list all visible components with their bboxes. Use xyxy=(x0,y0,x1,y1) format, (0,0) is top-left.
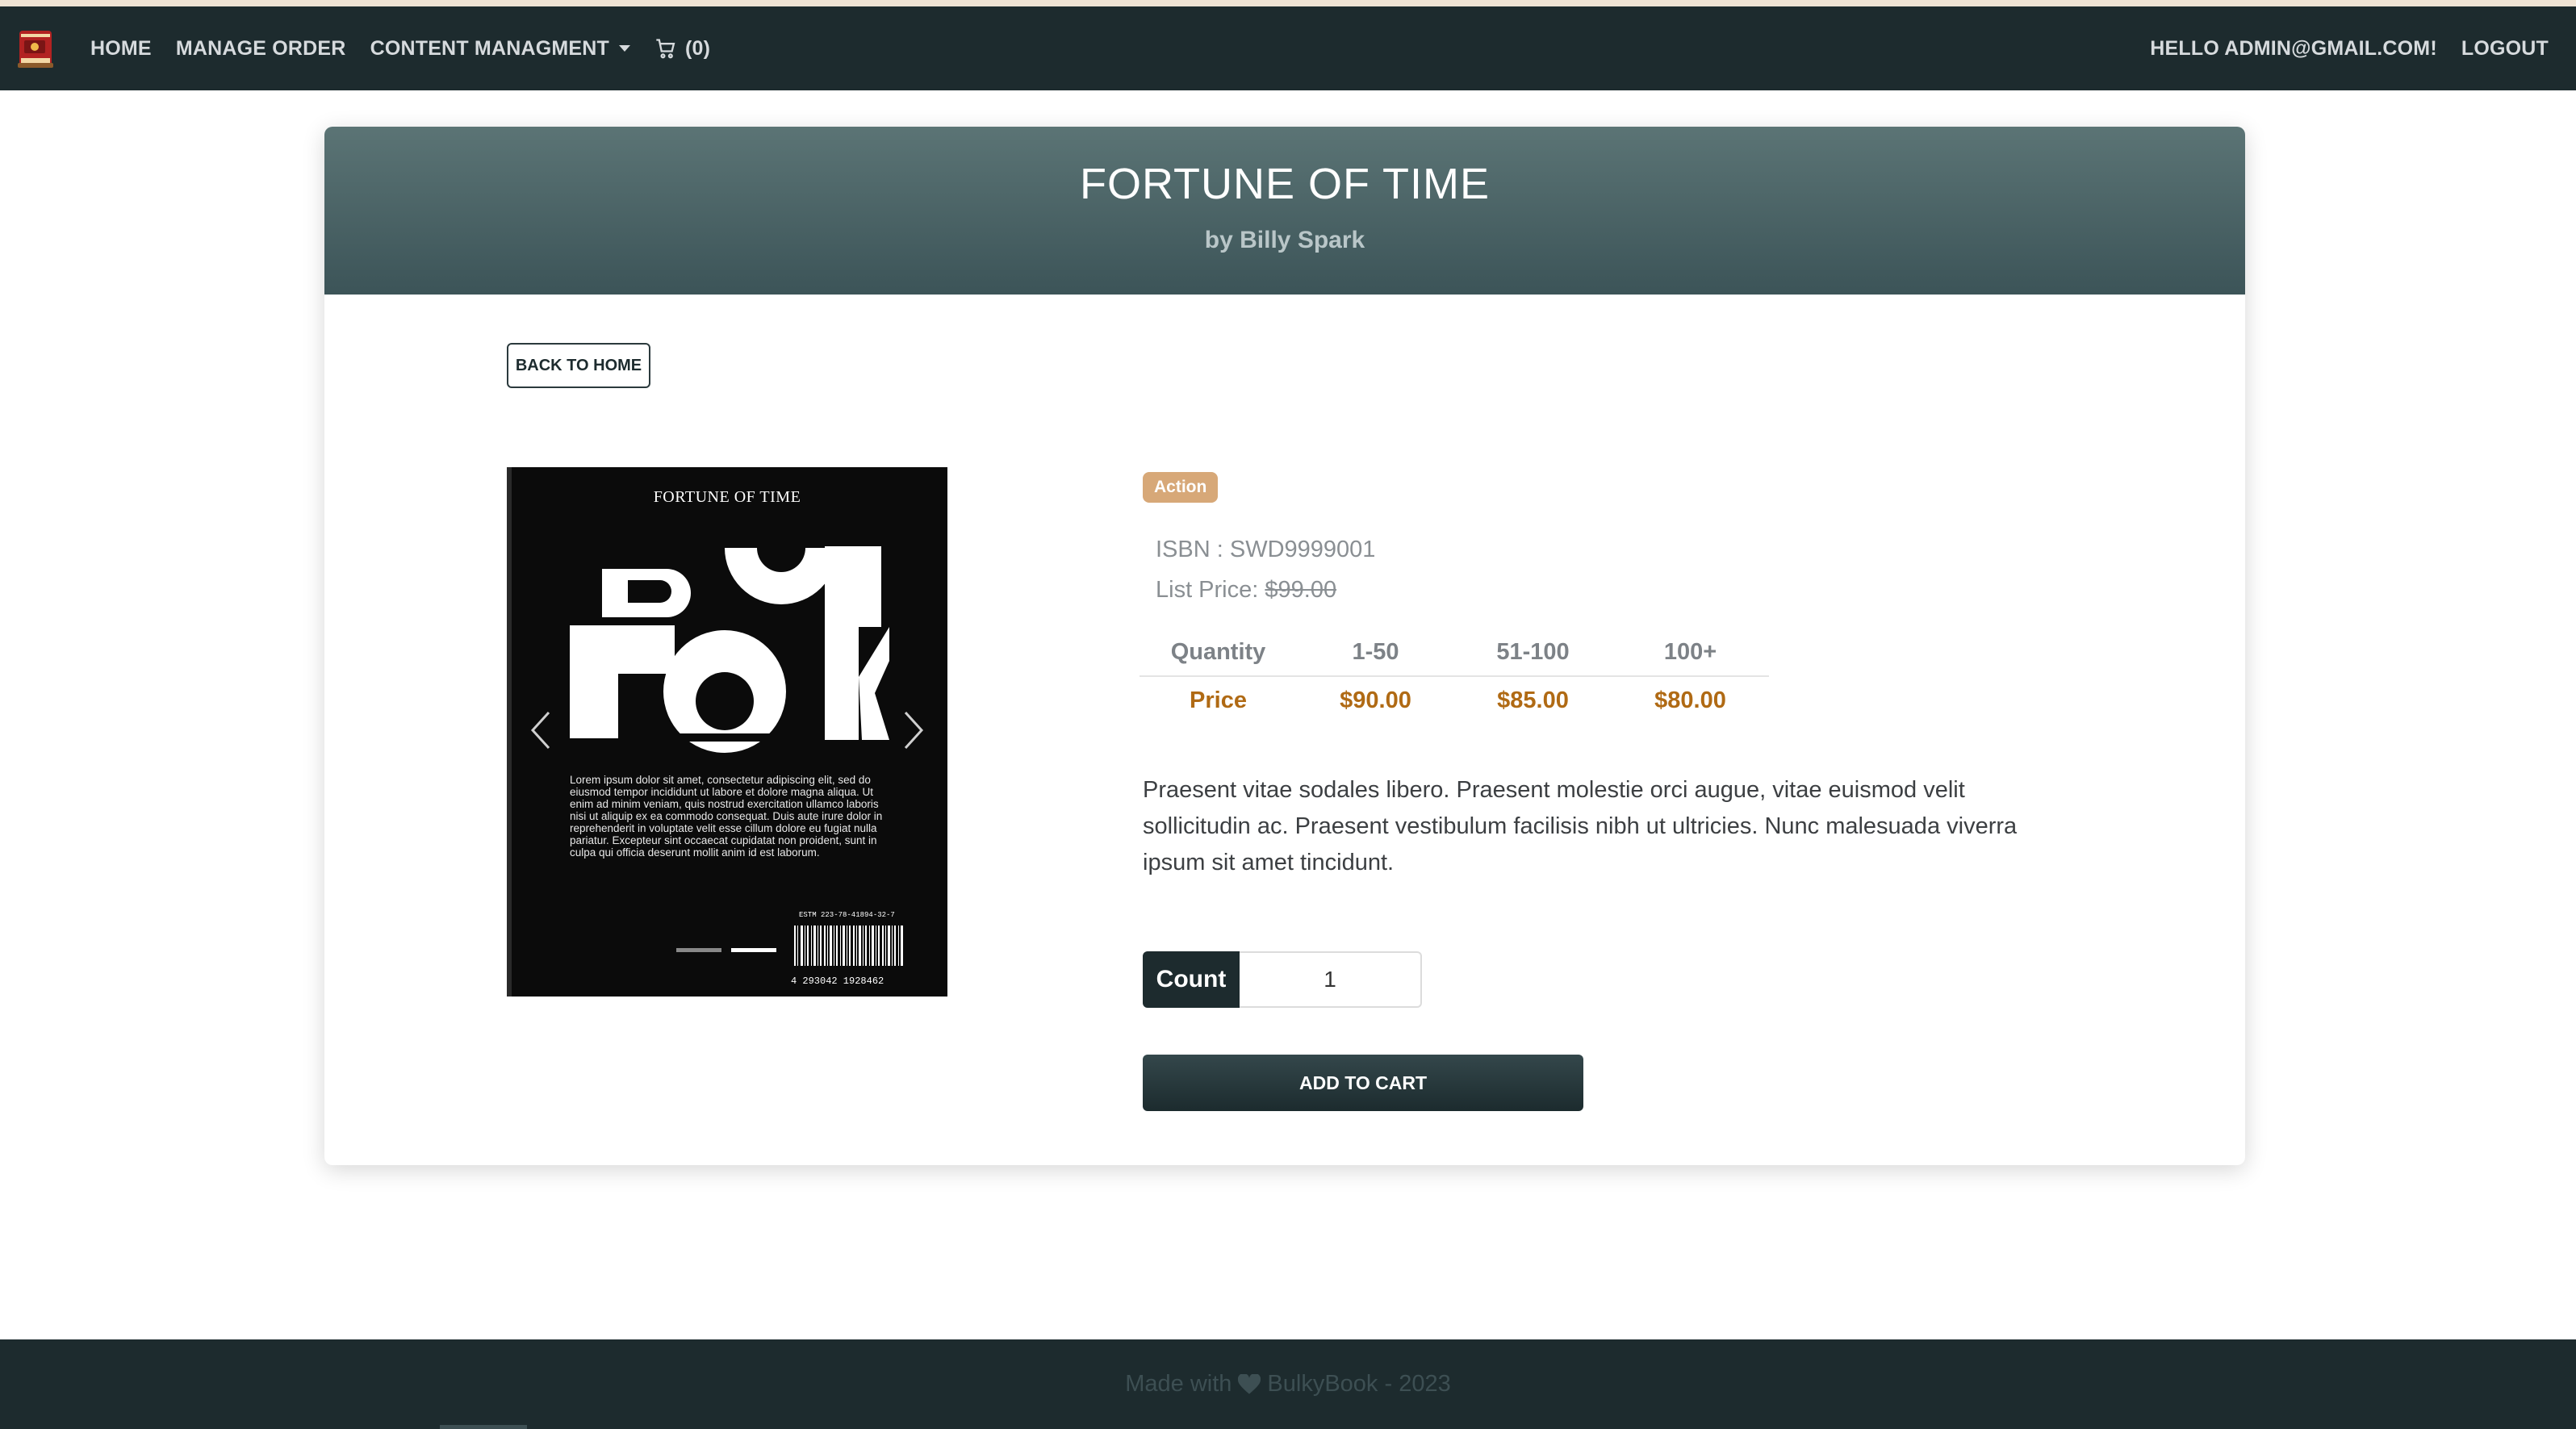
category-badge: Action xyxy=(1143,472,1219,503)
book-cover-carousel: FORTUNE OF TIME Lorem ipsum dolor sit am… xyxy=(507,467,947,997)
footer-made-with: Made with xyxy=(1125,1371,1232,1397)
book-logo-icon[interactable] xyxy=(13,23,58,74)
nav-home-label: HOME xyxy=(90,36,152,60)
nav-user-greeting[interactable]: HELLO ADMIN@GMAIL.COM! xyxy=(2150,37,2437,61)
barcode-icon xyxy=(791,922,909,969)
nav-content-management-label: CONTENT MANAGMENT xyxy=(370,36,609,60)
logout-label: LOGOUT xyxy=(2461,36,2549,60)
footer-divider xyxy=(440,1425,527,1429)
price-table-header-cell: 51-100 xyxy=(1496,638,1570,665)
nav-cart[interactable]: (0) xyxy=(654,37,710,61)
count-input-group: Count xyxy=(1143,951,1422,1008)
cart-icon xyxy=(656,39,675,59)
footer-brand: BulkyBook - 2023 xyxy=(1267,1371,1451,1397)
nav-logout[interactable]: LOGOUT xyxy=(2461,37,2549,61)
book-author: by Billy Spark xyxy=(1204,227,1365,253)
top-accent-strip xyxy=(0,0,2576,6)
navbar: HOME MANAGE ORDER CONTENT MANAGMENT (0) … xyxy=(0,6,2576,90)
price-table-cell: $90.00 xyxy=(1340,687,1411,713)
nav-content-management-dropdown[interactable]: CONTENT MANAGMENT xyxy=(370,37,630,61)
back-to-home-button[interactable]: BACK TO HOME xyxy=(507,343,650,388)
cover-title: FORTUNE OF TIME xyxy=(653,488,801,506)
price-table-header-cell: 1-50 xyxy=(1352,638,1399,665)
cart-count: (0) xyxy=(685,36,711,60)
price-table-header-cell: 100+ xyxy=(1663,638,1717,665)
user-greeting-label: HELLO ADMIN@GMAIL.COM! xyxy=(2150,36,2437,60)
nav-manage-order-label: MANAGE ORDER xyxy=(175,36,346,60)
count-input[interactable] xyxy=(1240,951,1422,1008)
nav-home[interactable]: HOME xyxy=(90,37,152,61)
book-description: Praesent vitae sodales libero. Praesent … xyxy=(1143,777,2018,875)
price-table-header-cell: Quantity xyxy=(1170,638,1266,665)
nav-manage-order[interactable]: MANAGE ORDER xyxy=(176,37,346,61)
book-title: FORTUNE OF TIME xyxy=(1079,160,1490,208)
add-to-cart-button[interactable]: ADD TO CART xyxy=(1143,1055,1583,1111)
product-details-card: FORTUNE OF TIME by Billy Spark BACK TO H… xyxy=(324,127,2245,1165)
carousel-indicator-2[interactable] xyxy=(731,948,776,952)
chevron-left-icon[interactable] xyxy=(525,706,557,754)
price-tier-table: Quantity 1-50 51-100 100+ Price $90.00 $… xyxy=(1140,629,1769,724)
footer: Made with BulkyBook - 2023 xyxy=(0,1339,2576,1429)
card-header: FORTUNE OF TIME by Billy Spark xyxy=(324,127,2245,295)
barcode-number: 4 293042 1928462 xyxy=(791,976,884,987)
chevron-down-icon xyxy=(619,45,630,52)
list-price-label: List Price: xyxy=(1156,577,1265,603)
barcode-label: ESTM 223-78-41894-32-7 xyxy=(799,911,895,919)
price-table-cell: $80.00 xyxy=(1654,687,1726,713)
carousel-indicator-1[interactable] xyxy=(676,948,721,952)
heart-icon xyxy=(1238,1373,1261,1394)
cover-paragraph: Lorem ipsum dolor sit amet, consectetur … xyxy=(570,774,883,859)
count-label: Count xyxy=(1143,951,1240,1008)
price-table-header-row: Quantity 1-50 51-100 100+ xyxy=(1140,629,1769,677)
chevron-right-icon[interactable] xyxy=(897,706,930,754)
isbn: ISBN : SWD9999001 xyxy=(1156,537,1376,562)
list-price: List Price: $99.00 xyxy=(1156,577,1336,604)
price-table-row: Price $90.00 $85.00 $80.00 xyxy=(1140,677,1769,724)
price-table-cell: $85.00 xyxy=(1497,687,1569,713)
list-price-value: $99.00 xyxy=(1265,577,1337,603)
price-table-cell: Price xyxy=(1190,687,1247,713)
